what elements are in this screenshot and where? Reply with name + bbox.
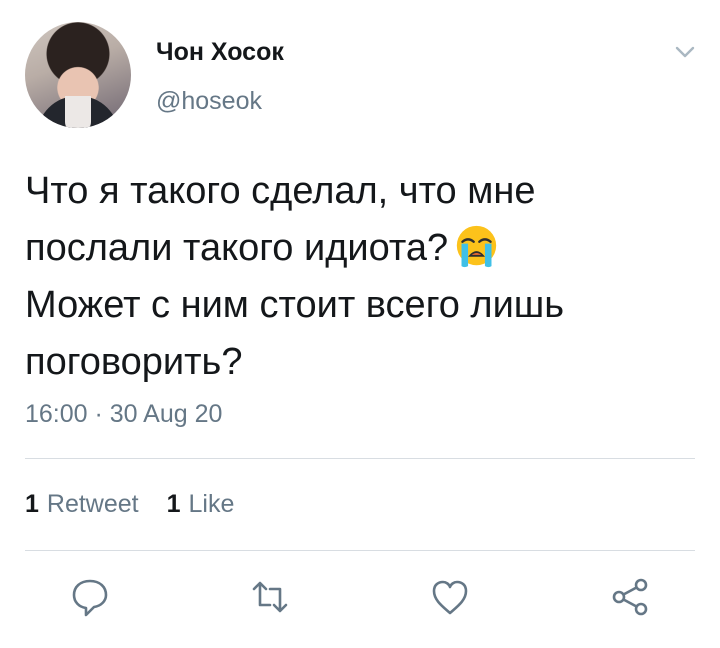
tweet-line: поговорить? bbox=[25, 341, 243, 383]
reply-icon[interactable] bbox=[68, 575, 112, 619]
tweet-line-text: послали такого идиота? bbox=[25, 227, 449, 269]
divider bbox=[25, 550, 695, 551]
like-label: Like bbox=[188, 490, 235, 518]
retweet-label: Retweet bbox=[46, 490, 139, 518]
chevron-down-icon[interactable] bbox=[673, 42, 697, 62]
display-name[interactable]: Чон Хосок bbox=[156, 38, 284, 67]
share-icon[interactable] bbox=[608, 575, 652, 619]
heart-icon[interactable] bbox=[428, 575, 472, 619]
tweet-line: послали такого идиота? bbox=[25, 220, 695, 277]
divider bbox=[25, 458, 695, 459]
retweet-stat[interactable]: 1 Retweet bbox=[25, 490, 139, 519]
like-count: 1 bbox=[166, 490, 181, 518]
tweet-card: Чон Хосок @hoseok Что я такого сделал, ч… bbox=[0, 0, 720, 648]
retweet-count: 1 bbox=[25, 490, 39, 518]
engagement-stats: 1 Retweet 1 Like bbox=[25, 490, 234, 519]
tweet-line: Может с ним стоит всего лишь bbox=[25, 284, 565, 326]
tweet-line: Что я такого сделал, что мне bbox=[25, 170, 536, 212]
tweet-text: Что я такого сделал, что мне послали так… bbox=[25, 163, 695, 391]
avatar[interactable] bbox=[25, 22, 131, 128]
tweet-timestamp[interactable]: 16:00 · 30 Aug 20 bbox=[25, 400, 222, 429]
user-handle[interactable]: @hoseok bbox=[156, 87, 262, 116]
like-stat[interactable]: 1 Like bbox=[167, 490, 235, 519]
loudly-crying-face-emoji-icon bbox=[454, 223, 499, 268]
retweet-icon[interactable] bbox=[248, 575, 292, 619]
action-bar bbox=[0, 575, 720, 625]
